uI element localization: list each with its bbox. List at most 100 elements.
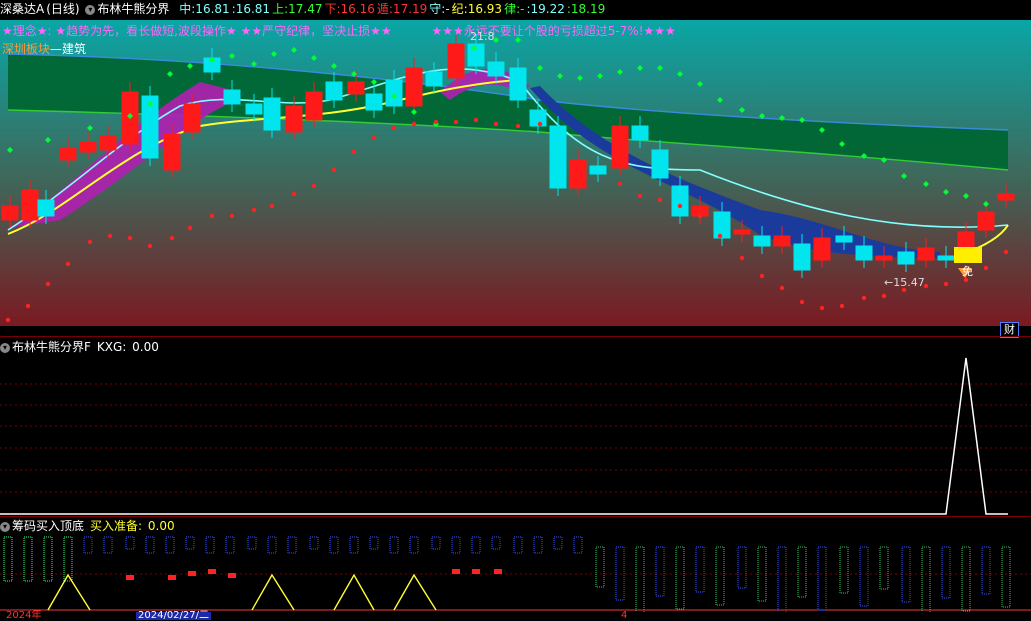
chip-bar xyxy=(451,536,461,554)
chip-bar xyxy=(205,536,215,554)
chip-bar xyxy=(349,536,359,554)
chip-bar xyxy=(817,546,827,611)
chip-bar xyxy=(83,536,93,554)
candle-body xyxy=(855,245,873,261)
yellow-signal-box xyxy=(954,247,982,263)
slogan-part-3: ★★严守纪律，坚决止损★★ xyxy=(240,24,392,38)
candle-body xyxy=(569,159,587,189)
candle-body xyxy=(733,229,751,235)
bottom-signal-triangle xyxy=(251,573,295,611)
red-trail-dot xyxy=(799,299,805,305)
chip-bar xyxy=(715,546,725,606)
red-trail-dot xyxy=(351,149,357,155)
indicator-value-6: 纪:16.93 xyxy=(451,2,503,16)
candle-body xyxy=(447,43,465,79)
candle-body xyxy=(163,133,181,171)
candle-body xyxy=(753,235,771,247)
chip-bar xyxy=(409,536,419,554)
main-header: 深桑达A (日线) ▾ 布林牛熊分界 中:16.81:16.81 上:17.47 下:1… xyxy=(0,0,609,18)
chip-bar xyxy=(491,536,501,550)
chip-bar xyxy=(553,536,563,550)
chip-bar xyxy=(513,536,523,554)
low-price-label: ←15.47 xyxy=(884,276,925,289)
axis-year: 2024年 xyxy=(6,610,42,621)
red-trail-dot xyxy=(331,167,337,173)
time-axis[interactable]: 2024年 2024/02/27/二 4 xyxy=(0,610,1031,621)
indicator-menu-icon[interactable]: ▾ xyxy=(85,4,96,15)
red-trail-dot xyxy=(617,181,623,187)
red-trail-dot xyxy=(697,213,703,219)
high-price-label: 21.8 xyxy=(470,30,495,43)
candle-body xyxy=(589,165,607,175)
chip-bar xyxy=(471,536,481,554)
sector-value[interactable]: 建筑 xyxy=(62,42,86,56)
stock-chart-window: 深桑达A (日线) ▾ 布林牛熊分界 中:16.81:16.81 上:17.47 下:1… xyxy=(0,0,1031,621)
red-trail-dot xyxy=(127,235,133,241)
candle-body xyxy=(631,125,649,141)
chip-bar xyxy=(165,536,175,554)
sector-sep: — xyxy=(50,42,63,56)
candle-body xyxy=(813,237,831,261)
candle-body xyxy=(713,211,731,239)
candle-body xyxy=(917,247,935,261)
candlestick-chart[interactable] xyxy=(0,20,1031,326)
candle-body xyxy=(937,255,955,261)
indicator-value-3: 下:16.16 xyxy=(324,2,375,16)
kxg-indicator-chart[interactable] xyxy=(0,338,1031,516)
chip-bar xyxy=(675,546,685,610)
candle-body xyxy=(997,193,1015,201)
red-trail-dot xyxy=(717,233,723,239)
chip-bar xyxy=(267,536,277,554)
red-trail-dot xyxy=(391,125,397,131)
marker-label: 免 xyxy=(962,265,973,278)
indicator-value-9: :18.19 xyxy=(566,2,606,16)
chip-bar xyxy=(389,536,399,554)
chip-bar xyxy=(125,536,135,550)
slogan-line: ★理念★: ★趋势为先，看长做短,波段操作★ ★★严守纪律，坚决止损★★ ★★★… xyxy=(2,22,676,39)
red-trail-dot xyxy=(5,317,11,323)
buy-prep-mark xyxy=(494,569,502,574)
red-trail-dot xyxy=(819,305,825,311)
buy-prep-mark xyxy=(188,571,196,576)
chip-bar xyxy=(309,536,319,550)
chip-bar xyxy=(185,536,195,550)
candle-body xyxy=(405,67,423,107)
candle-body xyxy=(773,235,791,247)
red-trail-dot xyxy=(1003,249,1009,255)
chip-bar xyxy=(329,536,339,554)
indicator-value-7: 律:- xyxy=(504,2,525,16)
sector-label[interactable]: 深圳板块 xyxy=(2,42,50,56)
red-trail-dot xyxy=(209,213,215,219)
candle-body xyxy=(611,125,629,169)
candle-body xyxy=(347,81,365,95)
candle-body xyxy=(897,251,915,265)
axis-current-date[interactable]: 2024/02/27/二 xyxy=(136,611,212,621)
candle-body xyxy=(59,147,77,161)
slogan-part-1: ★理念★: xyxy=(2,24,52,38)
buy-prep-mark xyxy=(472,569,480,574)
red-trail-dot xyxy=(411,121,417,127)
red-trail-dot xyxy=(25,303,31,309)
red-trail-dot xyxy=(739,255,745,261)
red-trail-dot xyxy=(515,123,521,129)
chip-indicator-chart[interactable] xyxy=(0,517,1031,612)
red-trail-dot xyxy=(87,239,93,245)
candle-body xyxy=(977,211,995,231)
buy-prep-mark xyxy=(208,569,216,574)
chip-bar xyxy=(145,536,155,554)
chip-bar xyxy=(533,536,543,554)
candle-body xyxy=(835,235,853,243)
red-trail-dot xyxy=(229,213,235,219)
axis-tick: 4 xyxy=(621,610,628,621)
indicator-value-0: 中:16.81 xyxy=(179,2,230,16)
candle-body xyxy=(875,255,893,261)
panel-divider-1[interactable] xyxy=(0,336,1031,337)
red-trail-dot xyxy=(169,235,175,241)
stock-name[interactable]: 深桑达A xyxy=(0,2,44,16)
candle-body xyxy=(245,103,263,115)
candle-body xyxy=(99,135,117,151)
indicator-name[interactable]: 布林牛熊分界 xyxy=(97,2,169,16)
candle-body xyxy=(223,89,241,105)
chip-bar xyxy=(369,536,379,550)
candle-body xyxy=(183,103,201,133)
